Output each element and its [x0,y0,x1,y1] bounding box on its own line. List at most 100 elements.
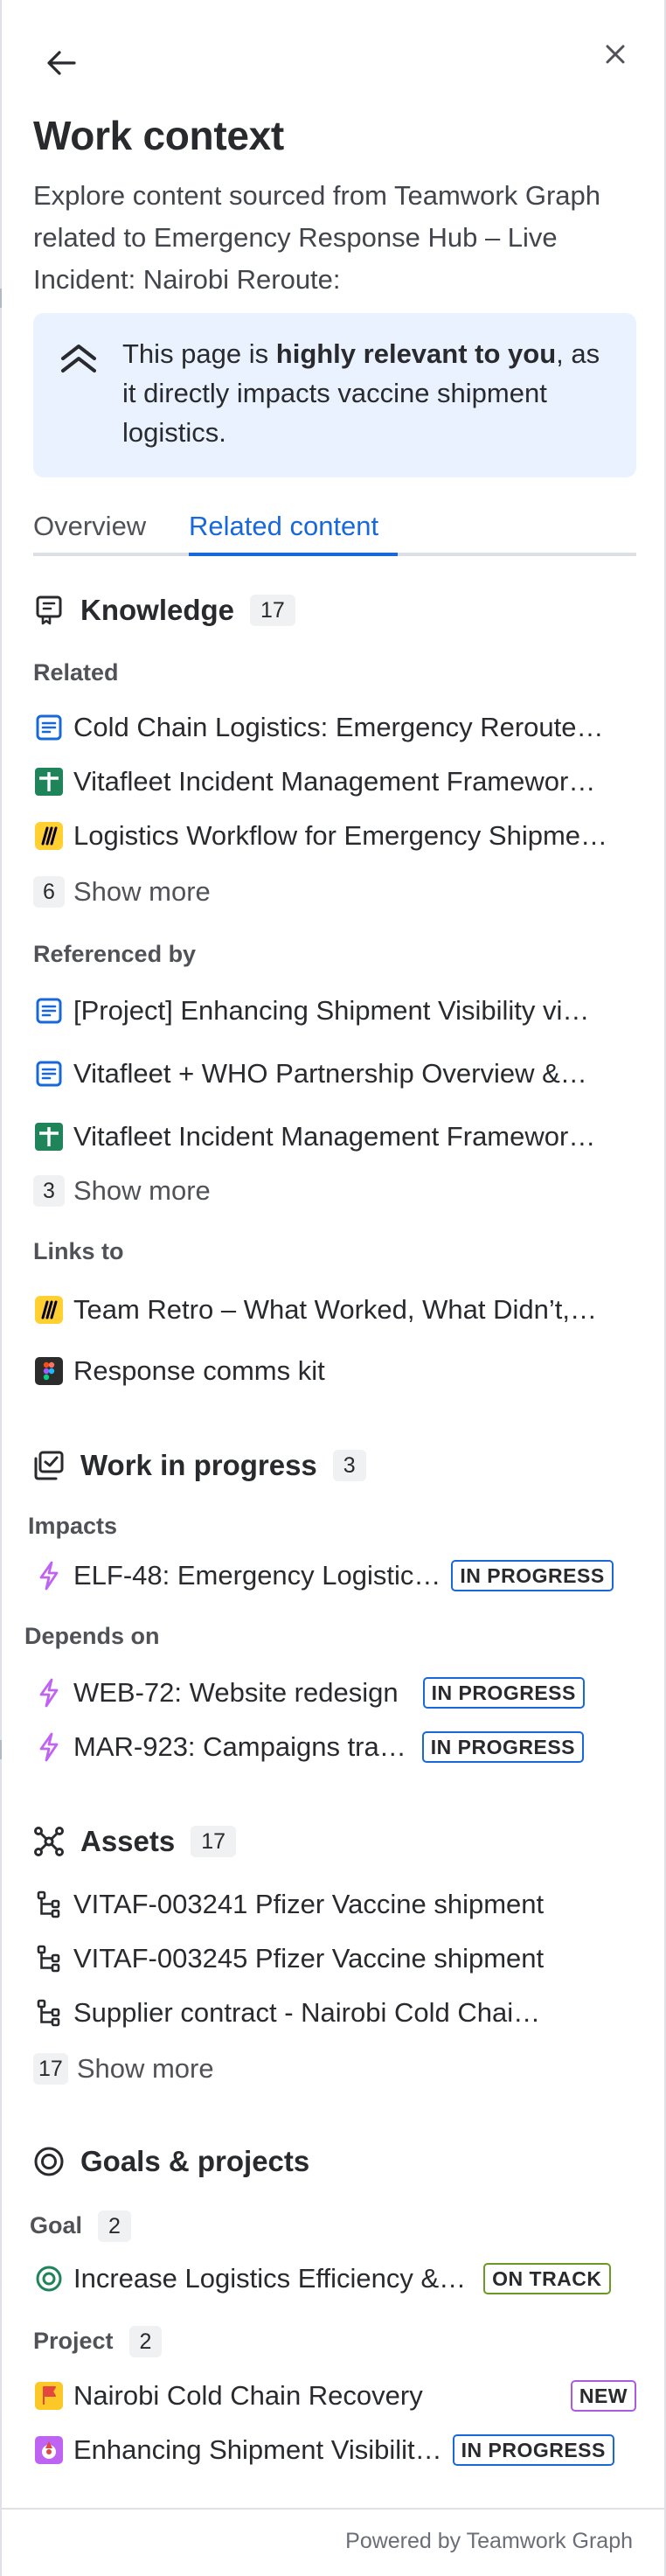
section-work-in-progress-header: Work in progress 3 [33,1446,366,1485]
status-badge: NEW [570,2380,636,2412]
powered-by-text: Powered by Teamwork Graph [345,2529,633,2553]
status-badge: ON TRACK [483,2263,611,2294]
list-item[interactable]: Team Retro – What Worked, What Didn’t,… [33,1291,636,1329]
active-tab-indicator [189,553,398,556]
goal-icon [33,2263,65,2294]
panel-edge-marker [0,1740,2,1759]
show-more-button[interactable]: 17 Show more [33,2050,214,2088]
page-subtitle: Explore content sourced from Teamwork Gr… [33,180,601,295]
item-label: Cold Chain Logistics: Emergency Reroute… [73,712,604,742]
lightning-icon [33,1677,65,1709]
show-more-button[interactable]: 6 Show more [33,873,211,911]
tab-related-content[interactable]: Related content [189,505,378,547]
arrow-left-icon [47,51,76,75]
work-items-icon [33,1450,65,1481]
lightning-icon [33,1560,65,1591]
item-label: Response comms kit [73,1355,325,1386]
item-label: Increase Logistics Efficiency &… [73,2263,467,2294]
tab-bar: Overview Related content [33,505,636,556]
count-badge: 17 [191,1826,237,1857]
count-badge: 17 [250,595,295,626]
item-label: [Project] Enhancing Shipment Visibility … [73,995,590,1026]
asset-row[interactable]: VITAF-003245 Pfizer Vaccine shipment [33,1939,636,1978]
count-badge: 3 [332,1450,366,1481]
subsection-label: Referenced by [33,941,197,967]
item-label: WEB-72: Website redesign [73,1677,399,1708]
show-more-label: Show more [73,876,211,907]
item-label: Supplier contract - Nairobi Cold Chai… [73,1997,541,2028]
list-item[interactable]: Response comms kit [33,1352,636,1390]
assets-icon [33,1826,65,1857]
project-row[interactable]: Nairobi Cold Chain Recovery NEW [33,2377,636,2415]
item-label: Nairobi Cold Chain Recovery [73,2380,423,2411]
show-more-button[interactable]: 3 Show more [33,1172,211,1210]
back-button[interactable] [44,45,79,80]
asset-row[interactable]: Supplier contract - Nairobi Cold Chai… [33,1994,636,2032]
list-item[interactable]: Vitafleet Incident Management Framewor… [33,762,636,801]
subsection-label: Project 2 [33,2326,163,2357]
more-count: 6 [33,876,65,908]
count-badge: 2 [128,2326,163,2357]
relevance-banner: This page is highly relevant to you, as … [33,313,636,477]
page-icon [33,1058,65,1090]
subsection-label: Depends on [24,1623,160,1649]
asset-icon [33,1889,65,1920]
section-goals-projects-header: Goals & projects [33,2142,309,2181]
asset-row[interactable]: VITAF-003241 Pfizer Vaccine shipment [33,1885,636,1924]
item-label: VITAF-003241 Pfizer Vaccine shipment [73,1889,545,1919]
list-item[interactable]: Cold Chain Logistics: Emergency Reroute… [33,708,636,747]
more-count: 17 [33,2053,68,2085]
book-icon [33,595,65,626]
item-label: Vitafleet + WHO Partnership Overview &… [73,1058,587,1089]
section-assets-header: Assets 17 [33,1822,237,1861]
subsection-label: Related [33,659,119,686]
target-icon [33,2146,65,2177]
close-button[interactable] [598,37,633,72]
list-item[interactable]: Vitafleet Incident Management Framewor… [33,1117,636,1156]
panel-edge-marker [0,289,2,308]
footer: Powered by Teamwork Graph [2,2508,664,2576]
item-label: Enhancing Shipment Visibilit… [73,2434,442,2465]
item-label: VITAF-003245 Pfizer Vaccine shipment [73,1943,545,1974]
figma-icon [33,1355,65,1387]
item-label: Vitafleet Incident Management Framewor… [73,1121,596,1152]
item-label: Team Retro – What Worked, What Didn’t,… [73,1294,597,1325]
asset-icon [33,1997,65,2029]
flag-project-icon [33,2380,65,2412]
goal-row[interactable]: Increase Logistics Efficiency &… ON TRAC… [33,2259,636,2298]
page-icon [33,995,65,1027]
more-count: 3 [33,1175,65,1207]
work-context-panel: Work context Explore content sourced fro… [0,0,666,2576]
subsection-label: Links to [33,1238,124,1264]
top-bar [2,35,664,84]
status-badge: IN PROGRESS [452,2434,614,2466]
miro-icon [33,820,65,852]
section-title: Assets [80,1825,176,1857]
project-row[interactable]: Enhancing Shipment Visibilit… IN PROGRES… [33,2431,636,2469]
work-item-row[interactable]: MAR-923: Campaigns tra… IN PROGRESS [33,1728,636,1766]
tab-overview[interactable]: Overview [33,505,146,547]
list-item[interactable]: Logistics Workflow for Emergency Shipme… [33,817,636,855]
work-item-row[interactable]: ELF-48: Emergency Logistic… IN PROGRESS [33,1556,636,1595]
subsection-label: Goal 2 [30,2210,131,2242]
asset-icon [33,1943,65,1974]
list-item[interactable]: Vitafleet + WHO Partnership Overview &… [33,1055,636,1093]
count-badge: 2 [98,2210,131,2242]
section-title: Knowledge [80,594,235,626]
double-chevron-up-icon [59,341,98,379]
relevance-text: This page is highly relevant to you, as … [122,338,600,448]
section-title: Goals & projects [80,2145,310,2177]
item-label: MAR-923: Campaigns tra… [73,1731,406,1762]
show-more-label: Show more [76,2053,214,2084]
status-badge: IN PROGRESS [422,1677,585,1709]
status-badge: IN PROGRESS [421,1731,585,1763]
lightning-icon [33,1731,65,1763]
list-item[interactable]: [Project] Enhancing Shipment Visibility … [33,992,636,1030]
subsection-label: Impacts [28,1513,118,1539]
section-title: Work in progress [80,1449,317,1481]
page-title: Work context [33,113,284,158]
item-label: ELF-48: Emergency Logistic… [73,1560,441,1591]
item-label: Vitafleet Incident Management Framewor… [73,766,596,797]
work-item-row[interactable]: WEB-72: Website redesign IN PROGRESS [33,1674,636,1712]
show-more-label: Show more [73,1175,211,1206]
